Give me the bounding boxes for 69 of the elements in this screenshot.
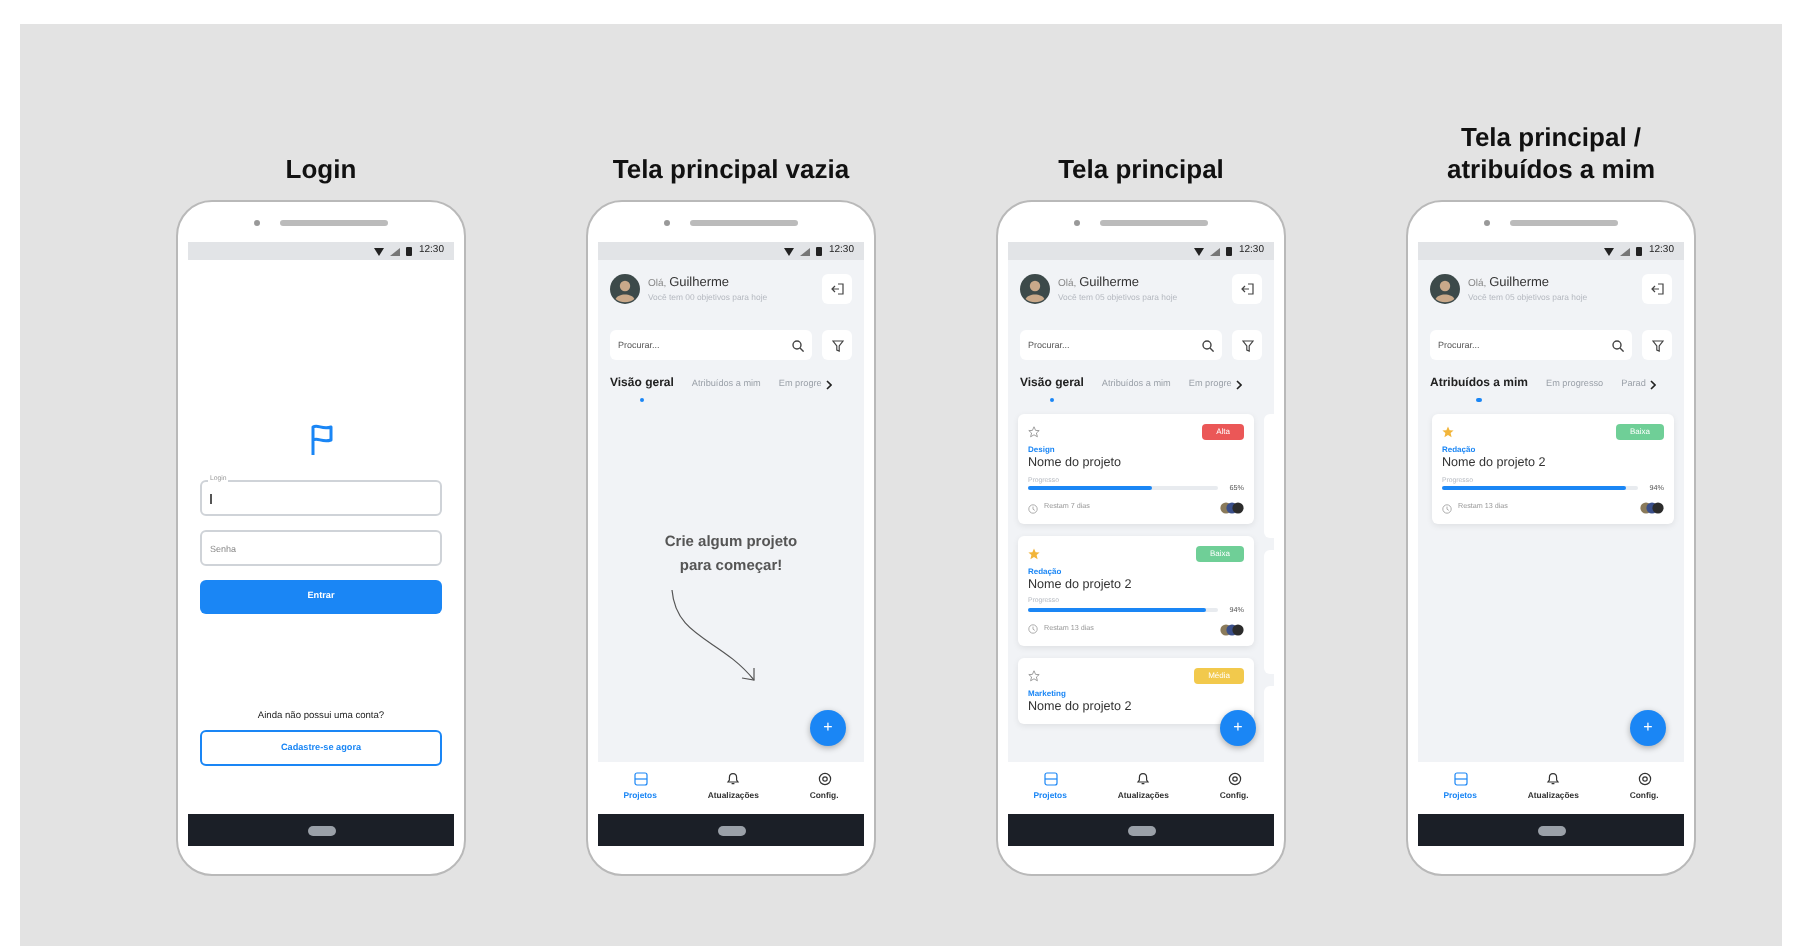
- logout-icon: [830, 282, 844, 296]
- wifi-icon: [1604, 247, 1615, 255]
- wifi-icon: [784, 247, 795, 255]
- clock-icon: [1028, 503, 1038, 514]
- search-icon: [792, 339, 804, 351]
- chevron-right-icon: [1235, 380, 1242, 390]
- filter-button[interactable]: [1232, 330, 1262, 360]
- battery-icon: [406, 246, 413, 256]
- logout-icon: [1650, 282, 1664, 296]
- signal-icon: [1620, 247, 1631, 255]
- settings-icon: [817, 772, 832, 787]
- signal-icon: [390, 247, 401, 255]
- screen-title: Login: [285, 153, 357, 186]
- flag-icon: [309, 424, 333, 456]
- speaker-grille: [1510, 219, 1618, 225]
- home-pill[interactable]: [1537, 825, 1565, 835]
- screen-title: Tela principal / atribuídos a mim: [1446, 121, 1656, 186]
- signal-icon: [800, 247, 811, 255]
- screen-title: Tela principal vazia: [612, 153, 850, 186]
- logout-button[interactable]: [1642, 274, 1672, 304]
- wifi-icon: [374, 247, 385, 255]
- battery-icon: [1636, 246, 1643, 256]
- chevron-right-icon: [1649, 380, 1656, 390]
- logout-icon: [1240, 282, 1254, 296]
- avatar-icon: [1020, 274, 1050, 304]
- chevron-right-icon: [825, 380, 832, 390]
- logout-button[interactable]: [1232, 274, 1262, 304]
- speaker-grille: [690, 219, 798, 225]
- filter-icon: [1651, 339, 1663, 351]
- text-cursor: [210, 493, 212, 503]
- camera-dot: [664, 219, 670, 225]
- bell-icon: [1546, 772, 1561, 787]
- home-pill[interactable]: [307, 825, 335, 835]
- battery-icon: [816, 246, 823, 256]
- screen-title: Tela principal: [1058, 153, 1224, 186]
- avatar-group-icon: [1640, 502, 1664, 515]
- settings-icon: [1637, 772, 1652, 787]
- bell-icon: [726, 772, 741, 787]
- add-button[interactable]: +: [1630, 710, 1666, 746]
- cards-icon: [1453, 772, 1468, 787]
- home-pill[interactable]: [717, 825, 745, 835]
- bell-icon: [1136, 772, 1151, 787]
- add-button[interactable]: +: [1220, 710, 1256, 746]
- filter-icon: [831, 339, 843, 351]
- avatar-icon: [1430, 274, 1460, 304]
- speaker-grille: [1100, 219, 1208, 225]
- search-icon: [1202, 339, 1214, 351]
- camera-dot: [1074, 219, 1080, 225]
- battery-icon: [1226, 246, 1233, 256]
- filter-button[interactable]: [822, 330, 852, 360]
- avatar-group-icon: [1220, 623, 1244, 636]
- filter-icon: [1241, 339, 1253, 351]
- cards-icon: [633, 772, 648, 787]
- camera-dot: [254, 219, 260, 225]
- speaker-grille: [280, 219, 388, 225]
- signal-icon: [1210, 247, 1221, 255]
- search-icon: [1612, 339, 1624, 351]
- clock-icon: [1028, 624, 1038, 635]
- camera-dot: [1484, 219, 1490, 225]
- add-button[interactable]: +: [810, 710, 846, 746]
- clock-icon: [1442, 503, 1452, 514]
- avatar-icon: [610, 274, 640, 304]
- home-pill[interactable]: [1127, 825, 1155, 835]
- settings-icon: [1227, 772, 1242, 787]
- filter-button[interactable]: [1642, 330, 1672, 360]
- wifi-icon: [1194, 247, 1205, 255]
- cards-icon: [1043, 772, 1058, 787]
- logout-button[interactable]: [822, 274, 852, 304]
- avatar-group-icon: [1220, 502, 1244, 515]
